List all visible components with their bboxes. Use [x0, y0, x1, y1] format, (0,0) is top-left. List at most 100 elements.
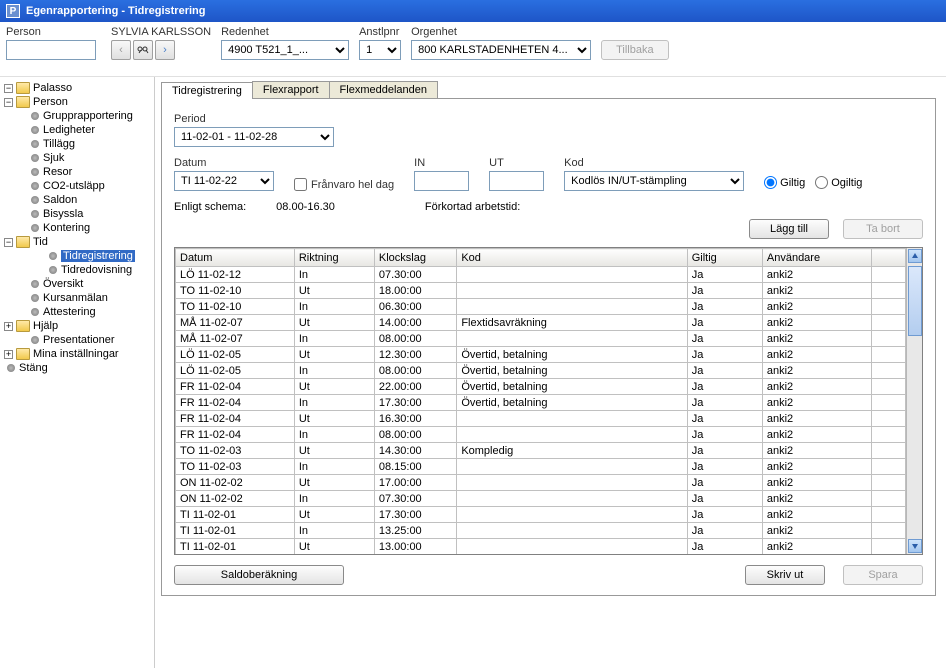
lagg-till-button[interactable]: Lägg till — [749, 219, 829, 239]
bullet-icon — [31, 280, 39, 288]
tree-item-grupprapportering[interactable]: Grupprapportering — [2, 109, 152, 123]
ogiltig-radio-label[interactable]: Ogiltig — [815, 176, 862, 189]
window-title: Egenrapportering - Tidregistrering — [26, 5, 206, 17]
skriv-ut-button[interactable]: Skriv ut — [745, 565, 825, 585]
tree-item-co2-utsl-pp[interactable]: CO2-utsläpp — [2, 179, 152, 193]
table-row[interactable]: TO 11-02-03Ut14.30:00KompledigJaanki2 — [176, 443, 906, 459]
franvaro-checkbox[interactable] — [294, 178, 307, 191]
minus-icon[interactable]: − — [4, 98, 13, 107]
tab-tidregistrering[interactable]: Tidregistrering — [161, 82, 253, 99]
table-row[interactable]: FR 11-02-04In08.00:00Jaanki2 — [176, 427, 906, 443]
scrollbar[interactable] — [906, 248, 922, 554]
table-row[interactable]: MÅ 11-02-07In08.00:00Jaanki2 — [176, 331, 906, 347]
bullet-icon — [31, 126, 39, 134]
scroll-thumb[interactable] — [908, 266, 922, 336]
tree-item-presentationer[interactable]: Presentationer — [2, 333, 152, 347]
table-row[interactable]: TI 11-02-01In13.25:00Jaanki2 — [176, 523, 906, 539]
search-icon[interactable] — [133, 40, 153, 60]
person-label: Person — [6, 26, 101, 38]
bullet-icon — [31, 154, 39, 162]
tree-item-ledigheter[interactable]: Ledigheter — [2, 123, 152, 137]
tree-item--versikt[interactable]: Översikt — [2, 277, 152, 291]
anstlpnr-select[interactable]: 1 — [359, 40, 401, 60]
bullet-icon — [31, 336, 39, 344]
table-row[interactable]: TO 11-02-10Ut18.00:00Jaanki2 — [176, 283, 906, 299]
tree-item-kursanm-lan[interactable]: Kursanmälan — [2, 291, 152, 305]
bullet-icon — [31, 210, 39, 218]
table-row[interactable]: LÖ 11-02-05Ut12.30:00Övertid, betalningJ… — [176, 347, 906, 363]
tree-item-till-gg[interactable]: Tillägg — [2, 137, 152, 151]
minus-icon[interactable]: − — [4, 84, 13, 93]
table-row[interactable]: FR 11-02-04Ut22.00:00Övertid, betalningJ… — [176, 379, 906, 395]
tillbaka-button: Tillbaka — [601, 40, 669, 60]
col-användare[interactable]: Användare — [762, 249, 871, 267]
schema-value: 08.00-16.30 — [276, 201, 335, 213]
ogiltig-radio[interactable] — [815, 176, 828, 189]
ut-input[interactable] — [489, 171, 544, 191]
in-input[interactable] — [414, 171, 469, 191]
tree-item-resor[interactable]: Resor — [2, 165, 152, 179]
ta-bort-button: Ta bort — [843, 219, 923, 239]
tree-item-tidregistrering[interactable]: Tidregistrering — [2, 249, 152, 263]
tab-flexmeddelanden[interactable]: Flexmeddelanden — [329, 81, 438, 98]
giltig-radio[interactable] — [764, 176, 777, 189]
tree-item-mina-inst-llningar[interactable]: +Mina inställningar — [2, 347, 152, 361]
tree-item-bisyssla[interactable]: Bisyssla — [2, 207, 152, 221]
table-row[interactable]: TI 11-02-01Ut17.30:00Jaanki2 — [176, 507, 906, 523]
tree-item-person[interactable]: −Person — [2, 95, 152, 109]
person-input[interactable] — [6, 40, 96, 60]
next-button[interactable]: › — [155, 40, 175, 60]
tabs: TidregistreringFlexrapportFlexmeddelande… — [161, 81, 936, 99]
forkortad-label: Förkortad arbetstid: — [425, 201, 520, 213]
nav-tree: −Palasso−PersonGrupprapporteringLedighet… — [0, 77, 155, 668]
app-icon: P — [6, 4, 20, 18]
plus-icon[interactable]: + — [4, 322, 13, 331]
col-riktning[interactable]: Riktning — [294, 249, 374, 267]
saldoberakning-button[interactable]: Saldoberäkning — [174, 565, 344, 585]
bullet-icon — [31, 294, 39, 302]
minus-icon[interactable]: − — [4, 238, 13, 247]
col-klockslag[interactable]: Klockslag — [374, 249, 456, 267]
bullet-icon — [31, 182, 39, 190]
tree-item-kontering[interactable]: Kontering — [2, 221, 152, 235]
table-row[interactable]: LÖ 11-02-12In07.30:00Jaanki2 — [176, 267, 906, 283]
bullet-icon — [31, 168, 39, 176]
col-giltig[interactable]: Giltig — [687, 249, 762, 267]
tab-flexrapport[interactable]: Flexrapport — [252, 81, 330, 98]
prev-button[interactable]: ‹ — [111, 40, 131, 60]
tree-item-tid[interactable]: −Tid — [2, 235, 152, 249]
orgenhet-select[interactable]: 800 KARLSTADENHETEN 4... — [411, 40, 591, 60]
giltig-radio-label[interactable]: Giltig — [764, 176, 805, 189]
plus-icon[interactable]: + — [4, 350, 13, 359]
table-row[interactable]: TI 11-02-01Ut13.00:00Jaanki2 — [176, 539, 906, 555]
tree-item-st-ng[interactable]: Stäng — [2, 361, 152, 375]
table-row[interactable]: TO 11-02-03In08.15:00Jaanki2 — [176, 459, 906, 475]
table-row[interactable]: MÅ 11-02-07Ut14.00:00FlextidsavräkningJa… — [176, 315, 906, 331]
table-row[interactable]: FR 11-02-04In17.30:00Övertid, betalningJ… — [176, 395, 906, 411]
bullet-icon — [31, 140, 39, 148]
anstlpnr-label: Anstlpnr — [359, 26, 401, 38]
tree-item-attestering[interactable]: Attestering — [2, 305, 152, 319]
bullet-icon — [31, 224, 39, 232]
franvaro-checkbox-label[interactable]: Frånvaro hel dag — [294, 178, 394, 191]
period-select[interactable]: 11-02-01 - 11-02-28 — [174, 127, 334, 147]
redenhet-select[interactable]: 4900 T521_1_... — [221, 40, 349, 60]
table-row[interactable]: TO 11-02-10In06.30:00Jaanki2 — [176, 299, 906, 315]
tree-item-tidredovisning[interactable]: Tidredovisning — [2, 263, 152, 277]
col-kod[interactable]: Kod — [457, 249, 687, 267]
col-datum[interactable]: Datum — [176, 249, 295, 267]
table-row[interactable]: ON 11-02-02Ut17.00:00Jaanki2 — [176, 475, 906, 491]
kod-select[interactable]: Kodlös IN/UT-stämpling — [564, 171, 744, 191]
scroll-down-icon[interactable] — [908, 539, 922, 553]
table-row[interactable]: FR 11-02-04Ut16.30:00Jaanki2 — [176, 411, 906, 427]
tree-item-hj-lp[interactable]: +Hjälp — [2, 319, 152, 333]
table-row[interactable]: LÖ 11-02-05In08.00:00Övertid, betalningJ… — [176, 363, 906, 379]
ut-label: UT — [489, 157, 544, 169]
tree-item-sjuk[interactable]: Sjuk — [2, 151, 152, 165]
folder-icon — [16, 236, 30, 248]
tree-item-saldon[interactable]: Saldon — [2, 193, 152, 207]
scroll-up-icon[interactable] — [908, 249, 922, 263]
table-row[interactable]: ON 11-02-02In07.30:00Jaanki2 — [176, 491, 906, 507]
tree-item-palasso[interactable]: −Palasso — [2, 81, 152, 95]
datum-select[interactable]: TI 11-02-22 — [174, 171, 274, 191]
